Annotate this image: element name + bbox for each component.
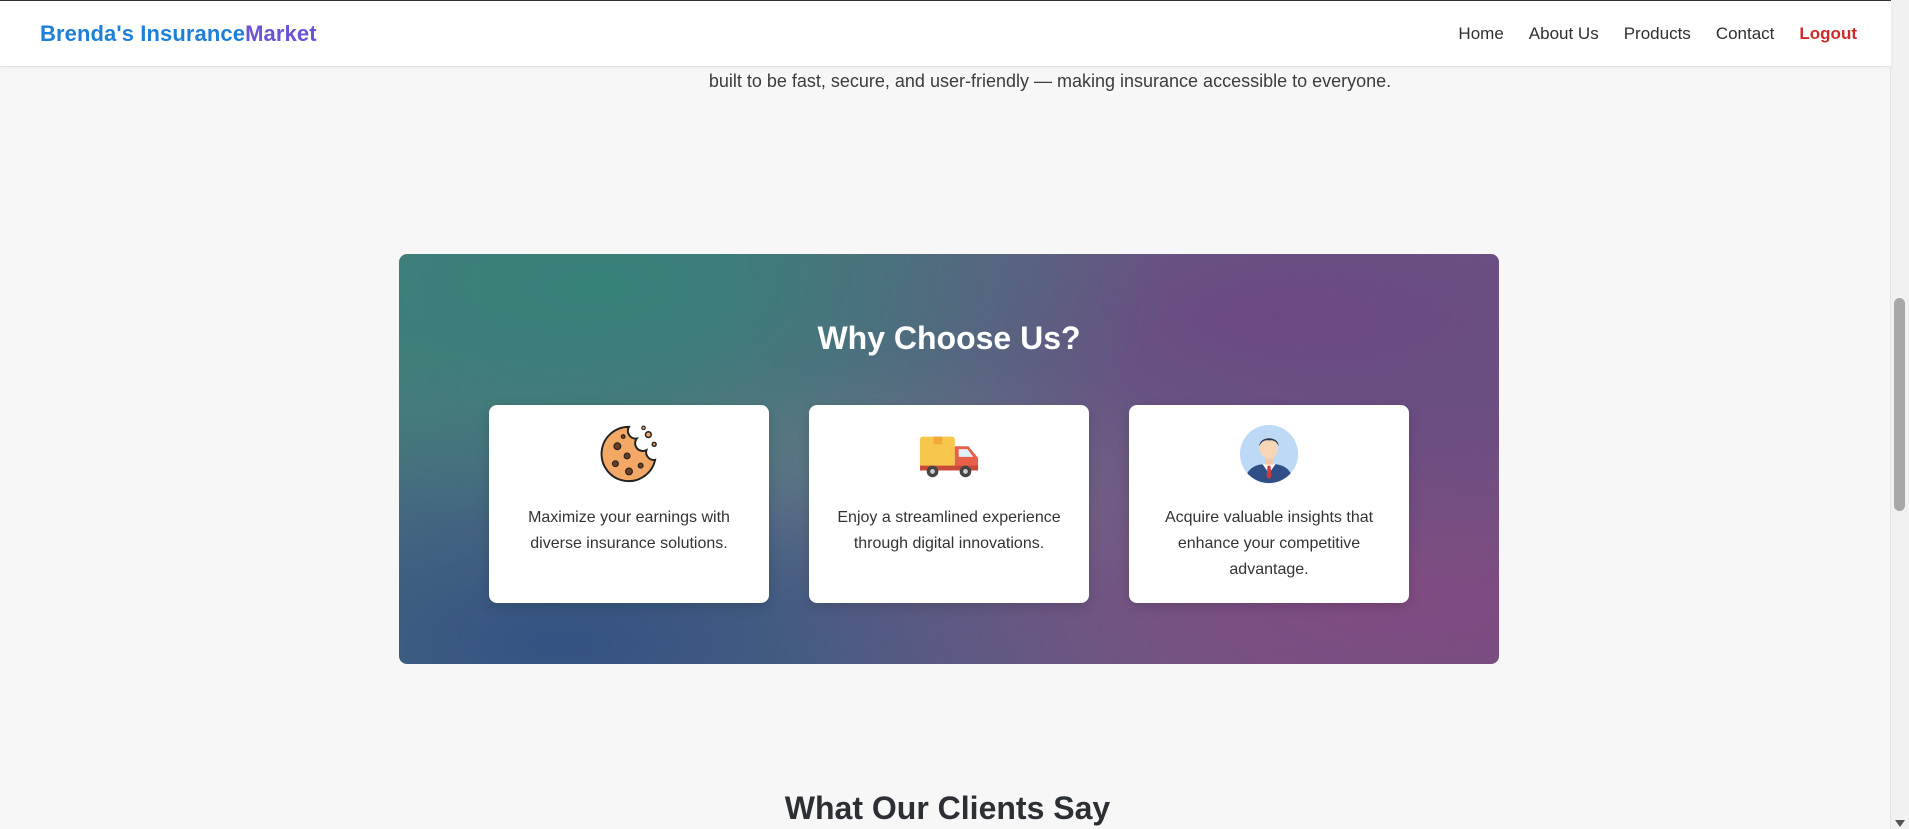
page-scrollbar[interactable] [1890,0,1909,829]
nav-products-link[interactable]: Products [1624,24,1691,44]
brand-name-accent: Market [245,21,317,46]
nav-about-link[interactable]: About Us [1529,24,1599,44]
scrollbar-thumb[interactable] [1894,298,1905,511]
cookie-icon [600,425,657,483]
brand-logo[interactable]: Brenda's InsuranceMarket [40,21,317,47]
nav-contact-link[interactable]: Contact [1716,24,1775,44]
nav-home-link[interactable]: Home [1458,24,1503,44]
feature-card: Acquire valuable insights that enhance y… [1129,405,1409,603]
navbar: Brenda's InsuranceMarket Home About Us P… [0,0,1891,67]
feature-card-text: Acquire valuable insights that enhance y… [1164,509,1374,578]
feature-cards: Maximize your earnings with diverse insu… [489,405,1409,603]
logout-link[interactable]: Logout [1799,24,1857,44]
brand-name-primary: Brenda's Insurance [40,21,246,46]
clients-section-title: What Our Clients Say [784,790,1111,826]
why-choose-us-section: Why Choose Us? Maximize your earnings wi… [399,254,1499,664]
nav-links: Home About Us Products Contact Logout [1458,24,1857,44]
feature-card: Enjoy a streamlined experience through d… [809,405,1089,603]
businessman-avatar-icon [1239,424,1299,484]
why-choose-us-title: Why Choose Us? [817,320,1081,356]
feature-card-text: Enjoy a streamlined experience through d… [837,509,1061,552]
scroll-down-arrow-icon[interactable] [1895,820,1905,827]
page: Brenda's InsuranceMarket Home About Us P… [0,0,1909,829]
feature-card: Maximize your earnings with diverse insu… [489,405,769,603]
delivery-truck-icon [919,436,979,478]
feature-card-text: Maximize your earnings with diverse insu… [528,509,730,552]
about-intro-text: built to be fast, secure, and user-frien… [708,71,1392,91]
